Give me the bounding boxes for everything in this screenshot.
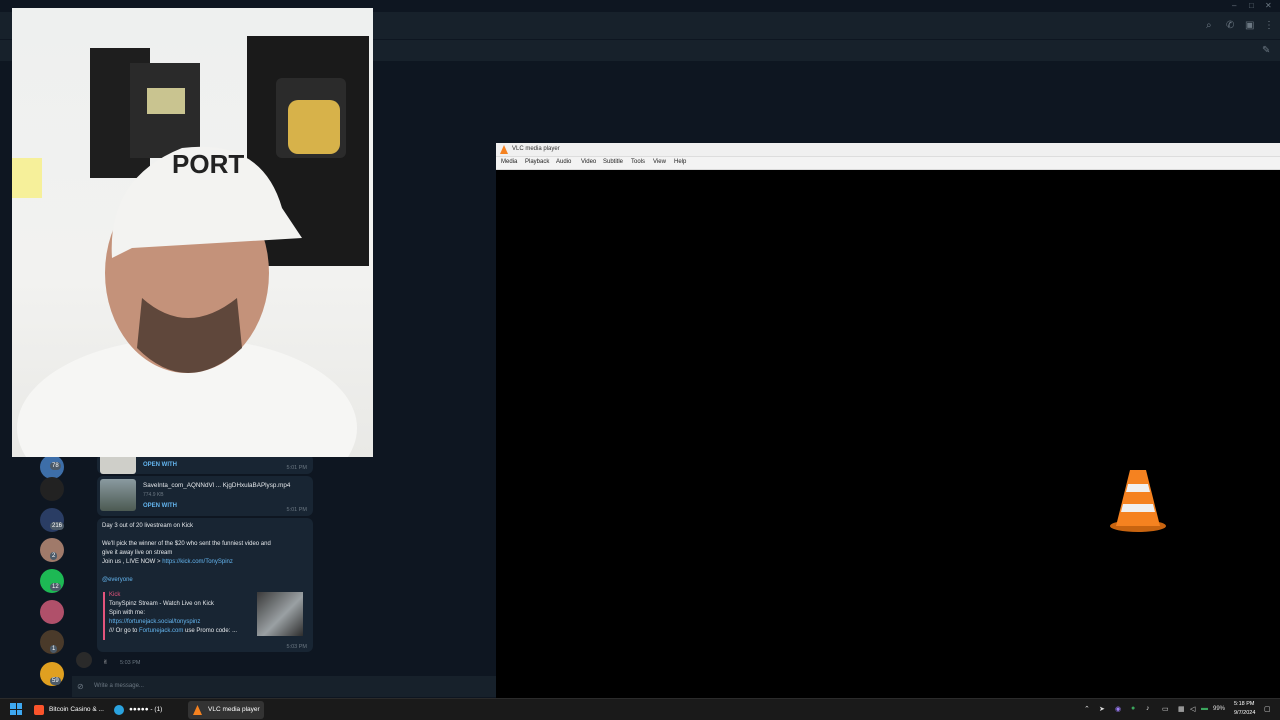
kick-link[interactable]: https://kick.com/TonySpinz	[162, 559, 233, 565]
preview-text: Spin with me:	[109, 610, 146, 616]
text-message: Day 3 out of 20 livestream on Kick We'll…	[97, 518, 313, 652]
file-size: 774.9 KB	[143, 492, 164, 498]
telegram-tray-icon[interactable]: ➤	[1099, 705, 1105, 713]
message-text: Day 3 out of 20 livestream on Kick	[102, 523, 194, 529]
menu-tools[interactable]: Tools	[631, 159, 645, 165]
mention-everyone[interactable]: @everyone	[102, 577, 133, 583]
clock-date[interactable]: 9/7/2024	[1234, 710, 1255, 716]
menu-video[interactable]: Video	[581, 159, 596, 165]
open-with-link[interactable]: OPEN WITH	[143, 462, 177, 468]
maximize-icon[interactable]: □	[1249, 1, 1254, 10]
vlc-window: VLC media player Media Playback Audio Vi…	[496, 143, 1280, 698]
status-tray-icon[interactable]: ●	[1131, 705, 1135, 712]
chat-avatar[interactable]	[40, 600, 64, 624]
vlc-menubar: Media Playback Audio Video Subtitle Tool…	[496, 157, 1280, 170]
clock-time[interactable]: 5:18 PM	[1234, 701, 1254, 707]
taskbar: Bitcoin Casino & ... ●●●●● - (1) VLC med…	[0, 698, 1280, 720]
search-icon[interactable]: ⌕	[1206, 20, 1212, 31]
volume-icon[interactable]: ◁	[1190, 705, 1195, 713]
message-time: 5:01 PM	[286, 507, 307, 513]
attach-icon[interactable]: ⊘	[77, 682, 84, 691]
message-time: 5:01 PM	[286, 465, 307, 471]
menu-media[interactable]: Media	[501, 159, 517, 165]
sticker-message: ✌︎	[103, 660, 109, 666]
menu-view[interactable]: View	[653, 159, 666, 165]
pin-icon[interactable]: ✎	[1262, 45, 1270, 56]
vlc-cone-icon	[1110, 470, 1166, 532]
minimize-icon[interactable]: –	[1232, 1, 1236, 10]
menu-playback[interactable]: Playback	[525, 159, 549, 165]
preview-title: TonySpinz Stream - Watch Live on Kick	[109, 601, 214, 607]
unread-badge: 78	[50, 462, 61, 470]
menu-subtitle[interactable]: Subtitle	[603, 159, 623, 165]
preview-text-prefix: /// Or go to	[109, 628, 140, 634]
webcam-overlay: PORT	[12, 8, 373, 457]
vlc-icon	[193, 705, 202, 715]
app-tray-icon[interactable]: ◉	[1115, 705, 1121, 713]
unread-badge: 12	[50, 583, 61, 591]
sidebar-toggle-icon[interactable]: ▣	[1245, 20, 1254, 31]
taskbar-app-label: VLC media player	[208, 706, 260, 713]
menu-audio[interactable]: Audio	[556, 159, 571, 165]
taskbar-app-label: Bitcoin Casino & ...	[49, 706, 104, 713]
vlc-title-text: VLC media player	[512, 146, 560, 152]
chat-list-sidebar: 78 216 2 12 1 59	[36, 455, 68, 695]
message-time: 5:03 PM	[120, 660, 141, 666]
sender-avatar[interactable]	[76, 652, 92, 668]
desktop: – □ ✕ ⌕ ✆ ▣ ⋮ ✎ 78 216 2 12 1 59 OPEN WI…	[0, 0, 1280, 720]
taskbar-app-brave[interactable]: Bitcoin Casino & ...	[29, 701, 105, 719]
taskbar-app-label: ●●●●● - (1)	[129, 706, 163, 713]
tray-overflow-icon[interactable]: ⌃	[1084, 705, 1090, 713]
preview-text: /// Or go to Fortunejack.com use Promo c…	[109, 628, 237, 634]
taskbar-app-telegram[interactable]: ●●●●● - (1)	[110, 701, 180, 719]
unread-badge: 216	[50, 522, 65, 530]
vlc-video-area[interactable]	[496, 170, 1280, 698]
microphone-icon[interactable]: ♪	[1146, 705, 1150, 712]
display-icon[interactable]: ▭	[1162, 705, 1169, 713]
message-text: give it away live on stream	[102, 550, 173, 556]
preview-text-suffix: use Promo code: ...	[183, 628, 238, 634]
vlc-logo-icon	[500, 145, 508, 154]
more-options-icon[interactable]: ⋮	[1264, 20, 1274, 31]
network-icon[interactable]: ▦	[1178, 705, 1185, 713]
file-message: SaveInta_com_AQNNdVl ... KjgDHxulaBAPlys…	[97, 476, 313, 516]
message-text: Join us , LIVE NOW > https://kick.com/To…	[102, 559, 233, 565]
battery-percent: 99%	[1213, 706, 1226, 712]
webcam-image: PORT	[12, 36, 369, 457]
message-text-prefix: Join us , LIVE NOW >	[102, 559, 163, 565]
windows-start-icon[interactable]	[10, 703, 22, 715]
menu-help[interactable]: Help	[674, 159, 686, 165]
close-icon[interactable]: ✕	[1265, 1, 1272, 10]
file-message: OPEN WITH 5:01 PM	[97, 442, 313, 474]
taskbar-app-vlc[interactable]: VLC media player	[188, 701, 264, 719]
svg-text:PORT: PORT	[172, 149, 244, 179]
open-with-link[interactable]: OPEN WITH	[143, 503, 177, 509]
brave-icon	[34, 705, 44, 715]
message-input[interactable]: Write a message...	[94, 683, 144, 689]
link-preview[interactable]: Kick TonySpinz Stream - Watch Live on Ki…	[103, 592, 305, 640]
battery-icon[interactable]: ▬	[1201, 705, 1208, 712]
unread-badge: 59	[50, 677, 61, 685]
telegram-icon	[114, 705, 124, 715]
compose-bar: ⊘ Write a message...	[72, 675, 496, 697]
preview-image	[257, 592, 303, 636]
preview-link[interactable]: https://fortunejack.social/tonyspinz	[109, 619, 200, 625]
vlc-titlebar: VLC media player	[496, 143, 1280, 157]
message-text: We'll pick the winner of the $20 who sen…	[102, 541, 271, 547]
fortunejack-link[interactable]: Fortunejack.com	[139, 628, 183, 634]
chat-avatar[interactable]	[40, 477, 64, 501]
call-icon[interactable]: ✆	[1226, 20, 1234, 31]
message-time: 5:03 PM	[286, 644, 307, 650]
video-thumbnail[interactable]	[100, 479, 136, 511]
notification-icon[interactable]: ▢	[1264, 705, 1271, 713]
file-name[interactable]: SaveInta_com_AQNNdVl ... KjgDHxulaBAPlys…	[143, 482, 290, 489]
preview-site: Kick	[109, 592, 121, 598]
